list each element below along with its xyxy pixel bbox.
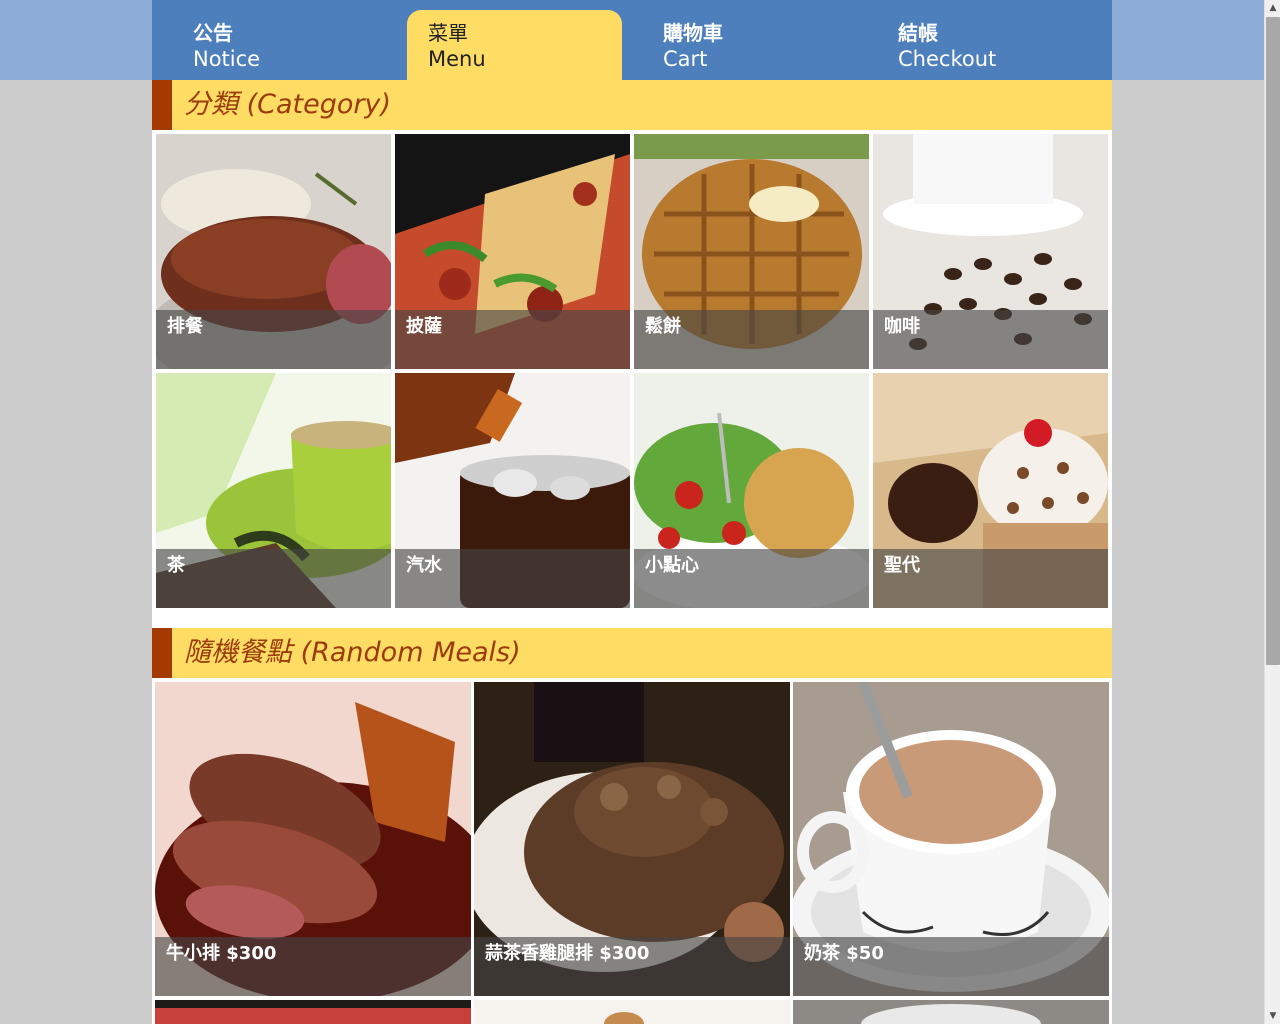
meal-tile-chicken-leg[interactable]: 蒜茶香雞腿排 $300 — [474, 682, 790, 996]
category-label: 小點心 — [645, 555, 699, 576]
meal-tile-next-2[interactable] — [474, 1000, 790, 1024]
scroll-thumb[interactable] — [1266, 17, 1280, 665]
random-meals-section-title: 隨機餐點 (Random Meals) — [184, 637, 521, 668]
tab-menu[interactable]: 菜單 Menu — [407, 10, 622, 80]
meal-tile-next-1[interactable] — [155, 1000, 471, 1024]
tile-caption: 汽水 — [395, 549, 630, 608]
category-label: 汽水 — [406, 555, 442, 576]
tile-caption: 小點心 — [634, 549, 869, 608]
tab-notice-en: Notice — [193, 47, 261, 71]
tab-notice-zh: 公告 — [193, 21, 233, 45]
tile-caption: 披薩 — [395, 310, 630, 369]
category-tile-sundae[interactable]: 聖代 — [873, 373, 1108, 608]
tile-caption: 排餐 — [156, 310, 391, 369]
category-label: 茶 — [167, 555, 185, 576]
meal-image — [474, 1000, 790, 1024]
vertical-scrollbar[interactable]: ▲ ▼ — [1264, 0, 1280, 1024]
meal-image — [155, 1000, 471, 1024]
meal-tile-next-3[interactable] — [793, 1000, 1109, 1024]
tab-checkout-en: Checkout — [898, 47, 997, 71]
category-tile-snacks[interactable]: 小點心 — [634, 373, 869, 608]
category-label: 排餐 — [167, 316, 203, 337]
meal-label: 奶茶 $50 — [804, 943, 884, 964]
category-tile-steak[interactable]: 排餐 — [156, 134, 391, 369]
tab-cart-en: Cart — [663, 47, 708, 71]
random-meals-section-header: 隨機餐點 (Random Meals) — [152, 628, 1112, 678]
section-accent-bar — [152, 628, 172, 678]
tab-notice[interactable]: 公告 Notice — [172, 10, 387, 80]
tab-checkout-zh: 結帳 — [898, 21, 938, 45]
category-tile-waffle[interactable]: 鬆餅 — [634, 134, 869, 369]
tile-caption: 牛小排 $300 — [155, 937, 471, 996]
page-container: 公告 Notice 菜單 Menu 購物車 Cart 結帳 Checkout 分… — [152, 0, 1112, 1024]
tile-caption: 鬆餅 — [634, 310, 869, 369]
tab-menu-zh: 菜單 — [428, 21, 468, 45]
category-tile-soda[interactable]: 汽水 — [395, 373, 630, 608]
category-tile-tea[interactable]: 茶 — [156, 373, 391, 608]
category-label: 咖啡 — [884, 316, 920, 337]
tile-caption: 蒜茶香雞腿排 $300 — [474, 937, 790, 996]
main-nav: 公告 Notice 菜單 Menu 購物車 Cart 結帳 Checkout — [152, 0, 1112, 80]
meal-image — [793, 1000, 1109, 1024]
meal-label: 蒜茶香雞腿排 $300 — [485, 943, 650, 964]
category-label: 聖代 — [884, 555, 920, 576]
tile-caption: 奶茶 $50 — [793, 937, 1109, 996]
category-section-title: 分類 (Category) — [184, 89, 391, 120]
tab-cart[interactable]: 購物車 Cart — [642, 10, 857, 80]
tab-checkout[interactable]: 結帳 Checkout — [877, 10, 1092, 80]
tile-caption: 聖代 — [873, 549, 1108, 608]
tab-cart-zh: 購物車 — [663, 21, 723, 45]
category-tile-pizza[interactable]: 披薩 — [395, 134, 630, 369]
section-accent-bar — [152, 80, 172, 130]
tab-menu-en: Menu — [428, 47, 486, 71]
scroll-up-arrow-icon[interactable]: ▲ — [1265, 0, 1280, 16]
category-label: 披薩 — [406, 316, 442, 337]
tile-caption: 茶 — [156, 549, 391, 608]
scroll-down-arrow-icon[interactable]: ▼ — [1265, 1008, 1280, 1024]
category-tile-coffee[interactable]: 咖啡 — [873, 134, 1108, 369]
meal-tile-short-rib[interactable]: 牛小排 $300 — [155, 682, 471, 996]
category-section-header: 分類 (Category) — [152, 80, 1112, 130]
category-label: 鬆餅 — [645, 316, 681, 337]
tile-caption: 咖啡 — [873, 310, 1108, 369]
meal-tile-milk-tea[interactable]: 奶茶 $50 — [793, 682, 1109, 996]
meal-label: 牛小排 $300 — [166, 943, 277, 964]
